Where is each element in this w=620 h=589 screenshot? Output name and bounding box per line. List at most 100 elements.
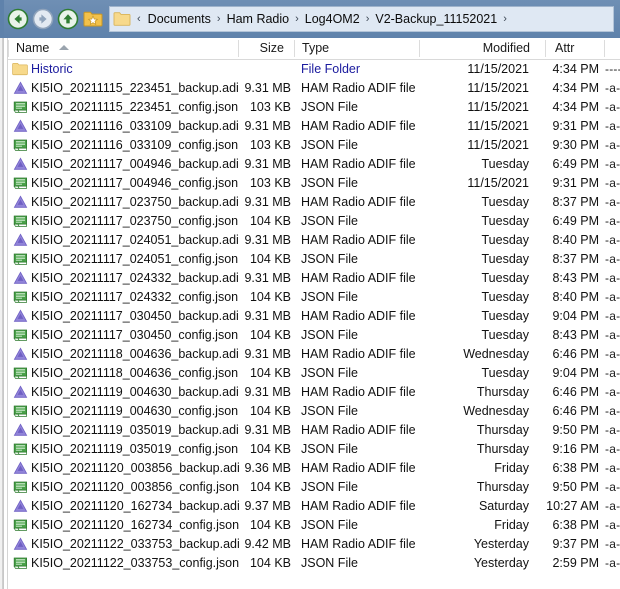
file-modified-date-cell: Tuesday — [481, 233, 529, 247]
breadcrumb: ‹ Documents › Ham Radio › Log4OM2 › V2-B… — [133, 9, 508, 29]
file-name-cell: KI5IO_20211120_003856_config.json — [31, 480, 240, 494]
file-name-cell: KI5IO_20211120_162734_config.json — [31, 518, 240, 532]
file-size-cell: 9.31 MB — [244, 271, 291, 285]
file-row[interactable]: KI5IO_20211117_004946_backup.adi 9.31 MB H… — [9, 155, 620, 174]
file-name-cell: KI5IO_20211119_004630_backup.adi — [31, 385, 239, 399]
column-header-name[interactable]: Name — [10, 38, 236, 59]
file-name-cell: KI5IO_20211117_024332_backup.adi — [31, 271, 239, 285]
column-divider[interactable] — [545, 40, 546, 57]
file-attributes-cell: -a----- — [605, 385, 620, 399]
file-modified-date-cell: 11/15/2021 — [467, 119, 529, 133]
column-header-attr[interactable]: Attr — [549, 38, 601, 59]
file-manager-window: ‹ Documents › Ham Radio › Log4OM2 › V2-B… — [0, 0, 620, 589]
sort-ascending-icon — [58, 45, 69, 51]
file-row[interactable]: KI5IO_20211120_162734_backup.adi 9.37 MB H… — [9, 497, 620, 516]
window-left-rail — [0, 0, 4, 38]
file-modified-time-cell: 8:40 PM — [552, 290, 599, 304]
column-header-modified[interactable]: Modified — [421, 38, 538, 59]
file-modified-time-cell: 9:04 PM — [552, 366, 599, 380]
file-row[interactable]: KI5IO_20211117_024051_backup.adi 9.31 MB H… — [9, 231, 620, 250]
file-row[interactable]: KI5IO_20211117_030450_backup.adi 9.31 MB H… — [9, 307, 620, 326]
file-size-cell: 104 KB — [249, 290, 291, 304]
up-button[interactable] — [56, 7, 80, 31]
breadcrumb-item-documents[interactable]: Documents — [143, 9, 216, 29]
back-button[interactable] — [6, 7, 30, 31]
folder-icon — [11, 60, 29, 79]
forward-button[interactable] — [31, 7, 55, 31]
file-attributes-cell: -a----- — [605, 176, 620, 190]
file-name-cell: KI5IO_20211120_162734_backup.adi — [31, 499, 240, 513]
breadcrumb-item-log4om2[interactable]: Log4OM2 — [300, 9, 365, 29]
file-modified-date-cell: Tuesday — [481, 157, 529, 171]
file-attributes-cell: -a----- — [605, 499, 620, 513]
file-row[interactable]: KI5IO_20211117_023750_backup.adi 9.31 MB H… — [9, 193, 620, 212]
breadcrumb-item-v2-backup[interactable]: V2-Backup_11152021 — [370, 9, 502, 29]
file-row[interactable]: KI5IO_20211116_033109_config.json 103 KB J… — [9, 136, 620, 155]
file-row[interactable]: KI5IO_20211117_023750_config.json 104 KB J… — [9, 212, 620, 231]
column-divider[interactable] — [604, 40, 605, 57]
json-file-icon — [11, 554, 29, 573]
file-row[interactable]: KI5IO_20211117_004946_config.json 103 KB J… — [9, 174, 620, 193]
file-row[interactable]: KI5IO_20211117_030450_config.json 104 KB J… — [9, 326, 620, 345]
file-attributes-cell: -a----- — [605, 404, 620, 418]
file-attributes-cell: -a----- — [605, 480, 620, 494]
file-row[interactable]: KI5IO_20211116_033109_backup.adi 9.31 MB H… — [9, 117, 620, 136]
file-row[interactable]: KI5IO_20211118_004636_backup.adi 9.31 MB H… — [9, 345, 620, 364]
file-row[interactable]: KI5IO_20211119_035019_config.json 104 KB J… — [9, 440, 620, 459]
file-list[interactable]: HistoricFile Folder11/15/20214:34 PM----… — [9, 60, 620, 589]
file-row[interactable]: KI5IO_20211119_035019_backup.adi 9.31 MB H… — [9, 421, 620, 440]
file-row[interactable]: KI5IO_20211120_162734_config.json 104 KB J… — [9, 516, 620, 535]
file-attributes-cell: -a----- — [605, 195, 620, 209]
column-divider[interactable] — [294, 40, 295, 57]
breadcrumb-lead-chevron-icon[interactable]: ‹ — [133, 11, 143, 27]
file-size-cell: 9.31 MB — [244, 423, 291, 437]
file-modified-date-cell: Tuesday — [481, 309, 529, 323]
file-name-cell: KI5IO_20211118_004636_backup.adi — [31, 347, 239, 361]
file-row[interactable]: KI5IO_20211120_003856_config.json 104 KB J… — [9, 478, 620, 497]
file-size-cell: 9.36 MB — [244, 461, 291, 475]
folder-icon — [113, 11, 131, 27]
file-row[interactable]: KI5IO_20211119_004630_config.json 104 KB J… — [9, 402, 620, 421]
forward-arrow-icon — [32, 8, 54, 30]
file-row[interactable]: KI5IO_20211117_024332_backup.adi 9.31 MB H… — [9, 269, 620, 288]
file-attributes-cell: -a----- — [605, 347, 620, 361]
file-row[interactable]: KI5IO_20211118_004636_config.json 104 KB J… — [9, 364, 620, 383]
file-row[interactable]: KI5IO_20211115_223451_config.json 103 KB J… — [9, 98, 620, 117]
file-size-cell: 104 KB — [249, 328, 291, 342]
file-row[interactable]: KI5IO_20211120_003856_backup.adi 9.36 MB H… — [9, 459, 620, 478]
file-modified-date-cell: Wednesday — [463, 404, 529, 418]
file-attributes-cell: -a----- — [605, 157, 620, 171]
favorites-button[interactable] — [81, 7, 105, 31]
file-row[interactable]: KI5IO_20211122_033753_config.json 104 KB J… — [9, 554, 620, 573]
breadcrumb-item-ham-radio[interactable]: Ham Radio — [222, 9, 295, 29]
json-file-icon — [11, 326, 29, 345]
pane-splitter[interactable] — [3, 38, 8, 589]
file-modified-date-cell: Tuesday — [481, 195, 529, 209]
breadcrumb-bar[interactable]: ‹ Documents › Ham Radio › Log4OM2 › V2-B… — [109, 6, 614, 32]
file-row[interactable]: KI5IO_20211117_024332_config.json 104 KB J… — [9, 288, 620, 307]
file-size-cell: 9.31 MB — [244, 309, 291, 323]
folder-row[interactable]: HistoricFile Folder11/15/20214:34 PM----… — [9, 60, 620, 79]
chevron-right-icon[interactable]: › — [502, 11, 508, 27]
column-header-type[interactable]: Type — [296, 38, 416, 59]
json-file-icon — [11, 440, 29, 459]
file-row[interactable]: KI5IO_20211115_223451_backup.adi 9.31 MB H… — [9, 79, 620, 98]
file-name-cell: KI5IO_20211118_004636_config.json — [31, 366, 239, 380]
column-divider[interactable] — [419, 40, 420, 57]
file-attributes-cell: -a----- — [605, 461, 620, 475]
file-row[interactable]: KI5IO_20211117_024051_config.json 104 KB J… — [9, 250, 620, 269]
column-header-size[interactable]: Size — [238, 38, 292, 59]
file-name-cell: KI5IO_20211117_024332_config.json — [31, 290, 239, 304]
navigation-buttons — [2, 0, 107, 38]
file-modified-date-cell: Wednesday — [463, 347, 529, 361]
adif-file-icon — [11, 307, 29, 326]
file-row[interactable]: KI5IO_20211119_004630_backup.adi 9.31 MB H… — [9, 383, 620, 402]
file-modified-date-cell: 11/15/2021 — [467, 176, 529, 190]
file-attributes-cell: -a----- — [605, 309, 620, 323]
file-row[interactable]: KI5IO_20211122_033753_backup.adi 9.42 MB H… — [9, 535, 620, 554]
file-size-cell: 104 KB — [249, 252, 291, 266]
json-file-icon — [11, 98, 29, 117]
adif-file-icon — [11, 79, 29, 98]
file-modified-time-cell: 9:50 PM — [552, 423, 599, 437]
json-file-icon — [11, 402, 29, 421]
